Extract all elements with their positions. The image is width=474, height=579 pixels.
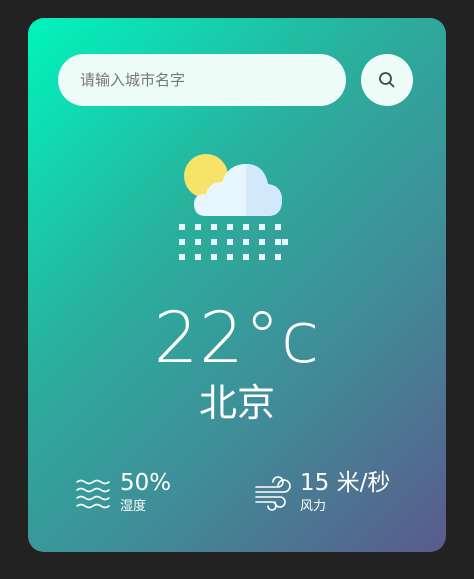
temperature: 22°c — [153, 297, 321, 379]
humidity-waves-icon — [76, 479, 110, 509]
wind-label: 风力 — [300, 499, 327, 514]
wind-icon — [255, 476, 291, 511]
search-button[interactable] — [361, 54, 413, 106]
weather-card: 22°c 北京 50% 湿度 15 米/秒 风力 — [28, 18, 446, 552]
humidity-stat: 50% 湿度 — [74, 470, 171, 516]
city-name: 北京 — [198, 381, 275, 425]
city-search-input[interactable] — [58, 54, 346, 106]
humidity-label: 湿度 — [120, 499, 147, 514]
search-icon — [379, 72, 395, 88]
wind-stat: 15 米/秒 风力 — [254, 470, 390, 516]
wind-value: 15 米/秒 — [300, 470, 391, 496]
humidity-value: 50% — [120, 470, 172, 496]
sun-cloud-snow-icon — [179, 154, 288, 260]
